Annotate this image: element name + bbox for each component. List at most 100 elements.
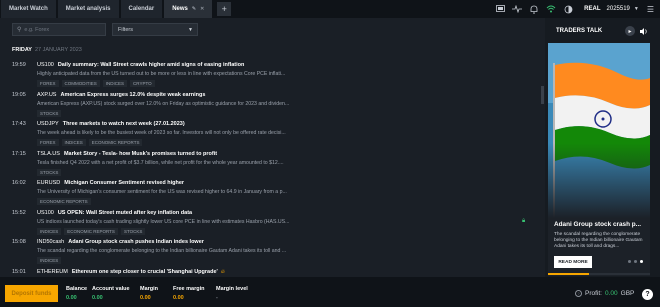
news-tag: COMMODITIES bbox=[61, 80, 100, 87]
profit-display: ? Profit: 0.00 GBP bbox=[575, 290, 634, 297]
bottom-bar: Deposit funds Balance 0.00 Account value… bbox=[0, 277, 660, 307]
info-icon[interactable]: ? bbox=[575, 290, 582, 297]
carousel-dot[interactable] bbox=[628, 260, 631, 263]
news-item[interactable]: 17:43 USDJPY Three markets to watch next … bbox=[0, 121, 545, 149]
filter-row: ⚲ e.g. Forex Filters ▼ bbox=[0, 18, 545, 42]
profit-value: 0.00 bbox=[604, 290, 618, 297]
signal-icon[interactable] bbox=[510, 2, 524, 16]
news-description: Highly anticipated data from the US turn… bbox=[37, 71, 286, 77]
news-tags: STOCKS bbox=[37, 110, 64, 117]
news-headline: ETHEREUM Ethereum one step closer to cruc… bbox=[37, 269, 225, 276]
stat-label: Free margin bbox=[173, 286, 205, 292]
play-icon[interactable]: ▸ bbox=[625, 26, 635, 36]
search-input[interactable]: ⚲ e.g. Forex bbox=[12, 23, 106, 36]
tab-label: Calendar bbox=[128, 6, 155, 12]
news-symbol: US100 bbox=[37, 62, 54, 68]
speaker-icon[interactable] bbox=[639, 26, 649, 36]
stat-margin: Margin 0.00 bbox=[140, 286, 158, 301]
card-title: Adani Group stock crash p... bbox=[554, 221, 642, 228]
news-description: Tesla finished Q4 2022 with a net profit… bbox=[37, 160, 284, 166]
news-item[interactable]: 15:52 US100 US OPEN: Wall Street muted af… bbox=[0, 210, 545, 238]
news-symbol: AXP.US bbox=[37, 92, 57, 98]
news-description: American Express (AXP.US) stock surged o… bbox=[37, 101, 290, 107]
news-tags: INDICES ECONOMIC REPORTS STOCKS bbox=[37, 228, 148, 235]
tab-label: Market analysis bbox=[65, 6, 111, 12]
news-symbol: US100 bbox=[37, 210, 54, 216]
news-item[interactable]: 17:15 TSLA.US Market Story - Tesla- how M… bbox=[0, 151, 545, 179]
news-tag: INDICES bbox=[102, 80, 128, 87]
tab-market-watch[interactable]: Market Watch bbox=[1, 0, 57, 18]
news-tags: ECONOMIC REPORTS bbox=[37, 198, 94, 205]
deposit-funds-button[interactable]: Deposit funds bbox=[5, 285, 58, 302]
contrast-icon[interactable] bbox=[561, 2, 575, 16]
news-tag: ECONOMIC REPORTS bbox=[88, 139, 143, 146]
news-title: Michigan Consumer Sentiment revised high… bbox=[64, 180, 185, 186]
bell-icon[interactable] bbox=[527, 2, 541, 16]
card-fade bbox=[548, 143, 650, 218]
news-headline: US100 US OPEN: Wall Street muted after ke… bbox=[37, 210, 192, 216]
panel-controls: ▸ bbox=[625, 26, 653, 36]
filters-dropdown[interactable]: Filters ▼ bbox=[112, 23, 198, 36]
news-headline: US100 Daily summary: Wall Street crawls h… bbox=[37, 62, 244, 68]
tab-market-analysis[interactable]: Market analysis bbox=[57, 0, 120, 18]
news-card[interactable]: Adani Group stock crash p... The scandal… bbox=[548, 43, 650, 276]
news-headline: USDJPY Three markets to watch next week (… bbox=[37, 121, 185, 127]
news-tag: STOCKS bbox=[37, 169, 62, 176]
news-time: 15:52 bbox=[12, 210, 26, 216]
news-symbol: TSLA.US bbox=[37, 151, 60, 157]
news-item[interactable]: 15:01 ETHEREUM Ethereum one step closer t… bbox=[0, 269, 545, 277]
stat-account-value: Account value 0.00 bbox=[92, 286, 130, 301]
stat-value: 0.00 bbox=[140, 295, 151, 301]
news-symbol: ETHEREUM bbox=[37, 269, 68, 275]
day-name: FRIDAY bbox=[12, 47, 32, 53]
card-text: The scandal regarding the conglomerate b… bbox=[554, 232, 643, 250]
news-title: Daily summary: Wall Street crawls higher… bbox=[57, 62, 245, 68]
filters-label: Filters bbox=[118, 26, 133, 33]
news-title: US OPEN: Wall Street muted after key inf… bbox=[57, 210, 193, 216]
close-icon[interactable]: ✕ bbox=[200, 6, 204, 12]
news-title: Market Story - Tesla- how Musk's promise… bbox=[63, 151, 218, 157]
search-placeholder: e.g. Forex bbox=[24, 26, 50, 33]
account-id[interactable]: 2025519 bbox=[607, 6, 630, 12]
news-tag: FOREX bbox=[37, 80, 59, 87]
news-item[interactable]: 16:02 EURUSD Michigan Consumer Sentiment … bbox=[0, 180, 545, 208]
news-tag: STOCKS bbox=[37, 110, 62, 117]
search-icon: ⚲ bbox=[17, 27, 22, 33]
screen-icon[interactable] bbox=[493, 2, 507, 16]
profit-currency: GBP bbox=[620, 290, 635, 297]
news-headline: EURUSD Michigan Consumer Sentiment revise… bbox=[37, 180, 184, 186]
menu-icon[interactable]: ☰ bbox=[647, 5, 654, 14]
news-title: Three markets to watch next week (27.01.… bbox=[62, 121, 185, 127]
news-tag: STOCKS bbox=[120, 228, 146, 235]
carousel-dot[interactable] bbox=[634, 260, 637, 263]
news-tag: ECONOMIC REPORTS bbox=[64, 228, 118, 235]
news-tags: INDICES bbox=[37, 257, 64, 264]
news-item[interactable]: 19:05 AXP.US American Express surges 12.0… bbox=[0, 92, 545, 120]
stat-value: 0.00 bbox=[66, 295, 77, 301]
tab-news[interactable]: News ✎ ✕ bbox=[164, 0, 214, 18]
scrollbar[interactable] bbox=[541, 86, 544, 104]
news-symbol: EURUSD bbox=[37, 180, 61, 186]
news-time: 19:05 bbox=[12, 92, 26, 98]
chevron-down-icon[interactable]: ▼ bbox=[634, 6, 639, 12]
carousel-dot-active[interactable] bbox=[640, 260, 643, 263]
stat-margin-level: Margin level - bbox=[216, 286, 248, 301]
help-icon[interactable]: ? bbox=[642, 289, 653, 300]
app-window: Market Watch Market analysis Calendar Ne… bbox=[0, 0, 660, 307]
news-headline: TSLA.US Market Story - Tesla- how Musk's … bbox=[37, 151, 217, 157]
news-description: The week ahead is likely to be the busie… bbox=[37, 130, 286, 136]
tab-calendar[interactable]: Calendar bbox=[120, 0, 164, 18]
news-description: The University of Michigan's consumer se… bbox=[37, 189, 287, 195]
panel-title: TRADERS TALK bbox=[556, 28, 603, 34]
read-more-button[interactable]: READ MORE bbox=[554, 256, 592, 268]
news-time: 19:59 bbox=[12, 62, 26, 68]
news-item[interactable]: 15:08 IND50cash Adani Group stock crash p… bbox=[0, 239, 545, 267]
stat-label: Balance bbox=[66, 286, 88, 292]
add-tab-button[interactable]: + bbox=[217, 2, 232, 16]
pencil-icon[interactable]: ✎ bbox=[192, 6, 196, 12]
news-time: 17:43 bbox=[12, 121, 26, 127]
news-headline: IND50cash Adani Group stock crash pushes … bbox=[37, 239, 204, 245]
news-item[interactable]: 19:59 US100 Daily summary: Wall Street cr… bbox=[0, 62, 545, 90]
story-progress-fill bbox=[548, 273, 589, 275]
top-right-controls: REAL 2025519 ▼ ☰ bbox=[493, 0, 660, 18]
